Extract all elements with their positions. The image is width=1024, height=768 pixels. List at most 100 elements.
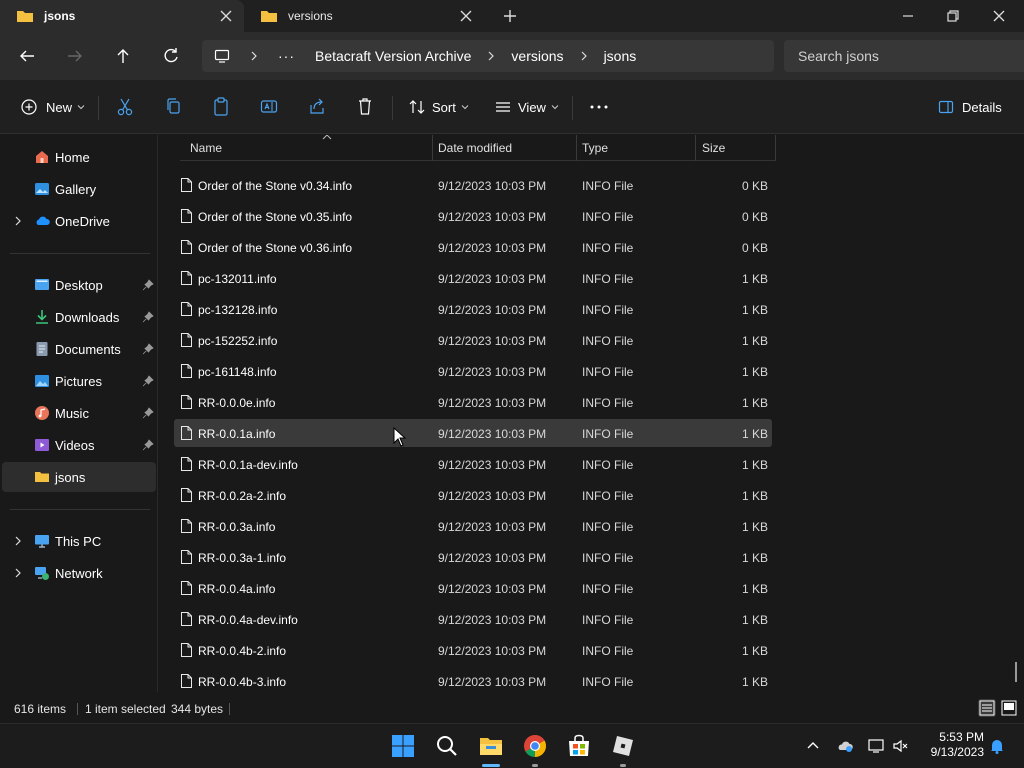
restore-icon[interactable] — [941, 4, 965, 28]
sidebar-item-documents[interactable]: Documents — [2, 334, 156, 364]
pin-icon[interactable] — [142, 343, 154, 355]
sidebar-item-videos[interactable]: Videos — [2, 430, 156, 460]
chevron-right-icon[interactable] — [485, 50, 497, 62]
speaker-muted-icon[interactable] — [892, 737, 910, 755]
sidebar-item-home[interactable]: Home — [2, 142, 156, 172]
vertical-scrollbar-thumb[interactable] — [1015, 662, 1017, 682]
sidebar-item-downloads[interactable]: Downloads — [2, 302, 156, 332]
column-header-size[interactable]: Size — [702, 141, 725, 155]
column-header-type[interactable]: Type — [582, 141, 608, 155]
breadcrumb-overflow[interactable]: ··· — [278, 48, 295, 64]
column-header-date[interactable]: Date modified — [438, 141, 512, 155]
breadcrumb-item[interactable]: Betacraft Version Archive — [315, 48, 471, 64]
column-divider[interactable] — [695, 135, 696, 161]
sidebar-item-jsons[interactable]: jsons — [2, 462, 156, 492]
tab-versions[interactable]: versions — [244, 0, 484, 32]
copy-icon[interactable] — [164, 94, 182, 120]
chevron-right-icon[interactable] — [12, 215, 24, 227]
taskbar-clock[interactable]: 5:53 PM 9/13/2023 — [918, 730, 984, 760]
microsoft-store-icon[interactable] — [566, 733, 592, 759]
column-divider[interactable] — [576, 135, 577, 161]
close-icon[interactable] — [458, 8, 474, 24]
details-pane-icon — [938, 100, 954, 114]
onedrive-cloud-icon[interactable] — [836, 737, 854, 755]
share-icon[interactable] — [308, 94, 326, 120]
search-input[interactable]: Search jsons — [784, 40, 1024, 72]
file-row[interactable]: pc-161148.info 9/12/2023 10:03 PM INFO Fil… — [174, 357, 772, 385]
chrome-icon[interactable] — [522, 733, 548, 759]
details-pane-button[interactable]: Details — [938, 94, 1002, 120]
file-row[interactable]: RR-0.0.1a.info 9/12/2023 10:03 PM INFO Fil… — [174, 419, 772, 447]
file-row[interactable]: pc-152252.info 9/12/2023 10:03 PM INFO Fil… — [174, 326, 772, 354]
file-row[interactable]: RR-0.0.0e.info 9/12/2023 10:03 PM INFO Fil… — [174, 388, 772, 416]
file-row[interactable]: Order of the Stone v0.34.info 9/12/2023 1… — [174, 171, 772, 199]
rename-icon[interactable] — [260, 94, 278, 120]
pin-icon[interactable] — [142, 375, 154, 387]
chevron-right-icon[interactable] — [248, 50, 260, 62]
sidebar-item-network[interactable]: Network — [2, 558, 156, 588]
view-button[interactable]: View — [494, 94, 559, 120]
monitor-icon[interactable] — [214, 48, 230, 64]
file-row[interactable]: RR-0.0.4b-3.info 9/12/2023 10:03 PM INFO F… — [174, 667, 772, 692]
paste-icon[interactable] — [212, 94, 230, 120]
file-row[interactable]: RR-0.0.2a-2.info 9/12/2023 10:03 PM INFO F… — [174, 481, 772, 509]
file-date-modified: 9/12/2023 10:03 PM — [438, 179, 547, 193]
new-button[interactable]: New — [20, 94, 85, 120]
up-arrow-icon[interactable] — [111, 44, 135, 68]
file-row[interactable]: Order of the Stone v0.35.info 9/12/2023 1… — [174, 202, 772, 230]
file-row[interactable]: RR-0.0.4b-2.info 9/12/2023 10:03 PM INFO F… — [174, 636, 772, 664]
refresh-icon[interactable] — [159, 44, 183, 68]
close-icon[interactable] — [218, 8, 234, 24]
file-type: INFO File — [582, 458, 634, 472]
chevron-right-icon[interactable] — [12, 535, 24, 547]
file-row[interactable]: RR-0.0.4a.info 9/12/2023 10:03 PM INFO Fil… — [174, 574, 772, 602]
tab-jsons[interactable]: jsons — [0, 0, 244, 32]
more-options-icon[interactable] — [588, 94, 610, 120]
file-row[interactable]: RR-0.0.1a-dev.info 9/12/2023 10:03 PM INFO… — [174, 450, 772, 478]
pin-icon[interactable] — [142, 311, 154, 323]
file-row[interactable]: RR-0.0.4a-dev.info 9/12/2023 10:03 PM INFO… — [174, 605, 772, 633]
pin-icon[interactable] — [142, 439, 154, 451]
network-monitor-icon[interactable] — [867, 737, 885, 755]
sidebar-item-pictures[interactable]: Pictures — [2, 366, 156, 396]
search-icon[interactable] — [434, 733, 460, 759]
column-divider[interactable] — [775, 135, 776, 161]
details-view-icon[interactable] — [978, 699, 996, 717]
file-explorer-icon[interactable] — [478, 733, 504, 759]
column-header-name[interactable]: Name — [190, 141, 222, 155]
large-icons-view-icon[interactable] — [1000, 699, 1018, 717]
new-tab-plus-icon[interactable] — [500, 6, 520, 26]
pin-icon[interactable] — [142, 407, 154, 419]
file-row[interactable]: pc-132011.info 9/12/2023 10:03 PM INFO Fil… — [174, 264, 772, 292]
sidebar-item-label: Desktop — [55, 278, 103, 293]
sidebar-item-music[interactable]: Music — [2, 398, 156, 428]
notification-bell-icon[interactable] — [988, 737, 1006, 755]
column-divider[interactable] — [432, 135, 433, 161]
roblox-icon[interactable] — [610, 733, 636, 759]
delete-trash-icon[interactable] — [356, 94, 374, 120]
back-arrow-icon[interactable] — [15, 44, 39, 68]
chevron-up-icon[interactable] — [804, 737, 822, 755]
sidebar-item-desktop[interactable]: Desktop — [2, 270, 156, 300]
chevron-right-icon[interactable] — [12, 567, 24, 579]
minimize-icon[interactable] — [896, 4, 920, 28]
item-count: 616 items — [14, 702, 67, 716]
sidebar-item-gallery[interactable]: Gallery — [2, 174, 156, 204]
chevron-right-icon[interactable] — [578, 50, 590, 62]
file-row[interactable]: RR-0.0.3a-1.info 9/12/2023 10:03 PM INFO F… — [174, 543, 772, 571]
breadcrumb-item[interactable]: versions — [511, 48, 563, 64]
file-row[interactable]: Order of the Stone v0.36.info 9/12/2023 1… — [174, 233, 772, 261]
window-close-icon[interactable] — [987, 4, 1011, 28]
sidebar-item-this-pc[interactable]: This PC — [2, 526, 156, 556]
file-row[interactable]: RR-0.0.3a.info 9/12/2023 10:03 PM INFO Fil… — [174, 512, 772, 540]
clock-date: 9/13/2023 — [930, 745, 984, 759]
breadcrumb-item[interactable]: jsons — [604, 48, 637, 64]
file-row[interactable]: pc-132128.info 9/12/2023 10:03 PM INFO Fil… — [174, 295, 772, 323]
forward-arrow-icon[interactable] — [63, 44, 87, 68]
address-bar[interactable]: ··· Betacraft Version Archive versions j… — [202, 40, 774, 72]
sidebar-item-onedrive[interactable]: OneDrive — [2, 206, 156, 236]
pin-icon[interactable] — [142, 279, 154, 291]
start-windows-icon[interactable] — [390, 733, 416, 759]
cut-icon[interactable] — [116, 94, 134, 120]
sort-button[interactable]: Sort — [408, 94, 469, 120]
